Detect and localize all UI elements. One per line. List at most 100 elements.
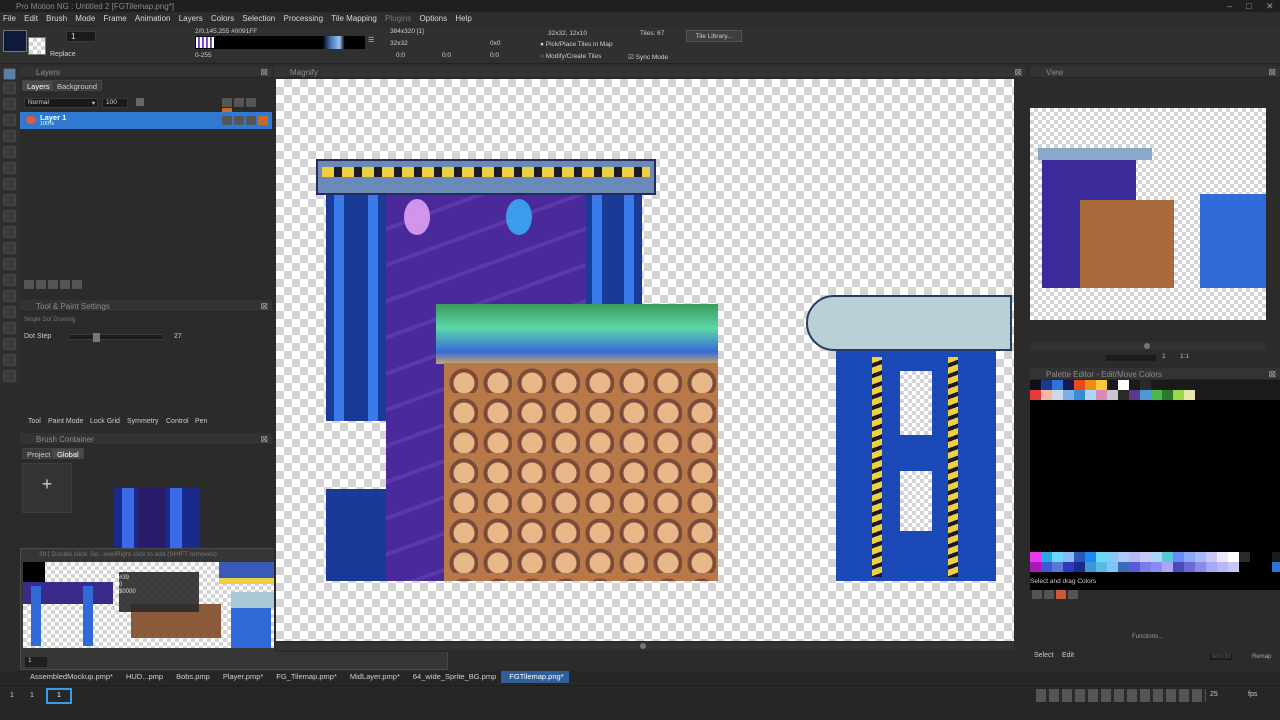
delete-layer-icon[interactable] bbox=[48, 280, 58, 290]
palette-gradient-icon[interactable] bbox=[1068, 590, 1078, 600]
palette-swatch[interactable] bbox=[1129, 380, 1140, 390]
palette-swatch[interactable] bbox=[1184, 552, 1195, 562]
doc-tab-hud[interactable]: HUD...pmp bbox=[118, 671, 168, 683]
tool-settings-close-icon[interactable]: ⊠ bbox=[260, 301, 268, 312]
palette-swatch[interactable] bbox=[1272, 390, 1280, 400]
palette-swatch[interactable] bbox=[1140, 390, 1151, 400]
palette-swatch[interactable] bbox=[1195, 390, 1206, 400]
palette-swatch[interactable] bbox=[1261, 562, 1272, 572]
palette-swatch[interactable] bbox=[1074, 390, 1085, 400]
palette-swatch[interactable] bbox=[1261, 390, 1272, 400]
layer-color-icon[interactable] bbox=[258, 116, 268, 126]
grid-icon[interactable] bbox=[234, 116, 244, 126]
palette-swatch[interactable] bbox=[1129, 562, 1140, 572]
palette-swatch[interactable] bbox=[1261, 380, 1272, 390]
view-scrollbar[interactable] bbox=[1030, 342, 1266, 350]
text-tool-icon[interactable] bbox=[3, 242, 16, 254]
redo-tool-icon[interactable] bbox=[3, 290, 16, 302]
doc-tab-assembledmockup[interactable]: AssembledMockup.pmp* bbox=[22, 671, 118, 683]
palette-swatch[interactable] bbox=[1140, 562, 1151, 572]
doc-tab-player[interactable]: Player.pmp* bbox=[215, 671, 268, 683]
palette-swatch[interactable] bbox=[1184, 380, 1195, 390]
mirror-tool-icon[interactable] bbox=[3, 354, 16, 366]
brush-size-input[interactable]: 1 bbox=[66, 31, 96, 42]
palette-swatch[interactable] bbox=[1063, 552, 1074, 562]
palette-swatch[interactable] bbox=[1085, 562, 1096, 572]
palette-swatch[interactable] bbox=[1140, 552, 1151, 562]
layer-properties-icon[interactable] bbox=[72, 280, 82, 290]
palette-swatch[interactable] bbox=[1063, 380, 1074, 390]
layers-close-icon[interactable]: ⊠ bbox=[260, 67, 268, 78]
menu-animation[interactable]: Animation bbox=[135, 13, 171, 23]
palette-swatch[interactable] bbox=[1162, 390, 1173, 400]
duplicate-layer-icon[interactable] bbox=[36, 280, 46, 290]
menu-layers[interactable]: Layers bbox=[179, 13, 203, 23]
doc-tab-midlayer[interactable]: MidLayer.pmp* bbox=[342, 671, 405, 683]
palette-swatch[interactable] bbox=[1129, 390, 1140, 400]
palette-swatch[interactable] bbox=[1118, 552, 1129, 562]
line-tool-icon[interactable] bbox=[3, 98, 16, 110]
palette-swatch[interactable] bbox=[1250, 562, 1261, 572]
palette-swatch[interactable] bbox=[1206, 562, 1217, 572]
palette-swatch[interactable] bbox=[1162, 562, 1173, 572]
dot-step-slider-thumb[interactable] bbox=[93, 333, 100, 342]
palette-swatch[interactable] bbox=[1206, 380, 1217, 390]
palette-swatch[interactable] bbox=[1140, 380, 1151, 390]
maximize-button[interactable]: □ bbox=[1246, 1, 1251, 11]
palette-swatch[interactable] bbox=[1261, 552, 1272, 562]
lock-icon[interactable] bbox=[222, 116, 232, 126]
doc-tab-fgtilemap-png[interactable]: FGTilemap.png* bbox=[501, 671, 569, 683]
airbrush-tool-icon[interactable] bbox=[3, 178, 16, 190]
palette-swatch[interactable] bbox=[1085, 552, 1096, 562]
palette-swatch[interactable] bbox=[1074, 562, 1085, 572]
palette-swatch[interactable] bbox=[1107, 390, 1118, 400]
color-gradient-bar[interactable] bbox=[195, 36, 365, 49]
palette-swatch[interactable] bbox=[1041, 552, 1052, 562]
palette-swatch[interactable] bbox=[1063, 562, 1074, 572]
palette-swatch[interactable] bbox=[1239, 552, 1250, 562]
palette-swatch[interactable] bbox=[1151, 390, 1162, 400]
palette-swatch[interactable] bbox=[1151, 380, 1162, 390]
palette-swatch[interactable] bbox=[1217, 380, 1228, 390]
palette-swatch[interactable] bbox=[1272, 552, 1280, 562]
palette-swatch[interactable] bbox=[1074, 380, 1085, 390]
mask-icon[interactable] bbox=[246, 98, 256, 108]
pencil-tool-icon[interactable] bbox=[3, 82, 16, 94]
sync-mode-checkbox[interactable]: ☑ Sync Mode bbox=[628, 53, 668, 61]
menu-help[interactable]: Help bbox=[455, 13, 471, 23]
palette-swatch[interactable] bbox=[1206, 390, 1217, 400]
palette-swatch[interactable] bbox=[1052, 562, 1063, 572]
palette-load-icon[interactable] bbox=[1032, 590, 1042, 600]
palette-save-icon[interactable] bbox=[1044, 590, 1054, 600]
palette-swatch[interactable] bbox=[1107, 562, 1118, 572]
canvas[interactable] bbox=[276, 79, 1014, 641]
palette-swatch[interactable] bbox=[1272, 380, 1280, 390]
grid-tool-icon[interactable] bbox=[3, 258, 16, 270]
palette-swatch[interactable] bbox=[1195, 562, 1206, 572]
grid-icon[interactable] bbox=[234, 98, 244, 108]
palette-swatch[interactable] bbox=[1239, 380, 1250, 390]
mask-icon[interactable] bbox=[246, 116, 256, 126]
tab-layers[interactable]: Layers bbox=[22, 80, 55, 91]
palette-edit-tab[interactable]: Edit bbox=[1062, 652, 1074, 659]
palette-close-icon[interactable]: ⊠ bbox=[1268, 369, 1276, 380]
tab-symmetry[interactable]: Symmetry bbox=[127, 418, 159, 425]
palette-swatch[interactable] bbox=[1173, 380, 1184, 390]
symmetry-tool-icon[interactable] bbox=[3, 338, 16, 350]
magnify-close-icon[interactable]: ⊠ bbox=[1014, 67, 1022, 78]
palette-swatch[interactable] bbox=[1096, 562, 1107, 572]
canvas-scroll-thumb[interactable] bbox=[640, 643, 646, 649]
menu-options[interactable]: Options bbox=[420, 13, 448, 23]
palette-color-icon[interactable] bbox=[1056, 590, 1066, 600]
doc-tab-64-wide-sprite[interactable]: 64_wide_Sprite_BG.pmp bbox=[405, 671, 501, 683]
palette-swatch[interactable] bbox=[1107, 552, 1118, 562]
tile-page-input[interactable]: 1 bbox=[25, 657, 47, 667]
view-zoom-slider[interactable] bbox=[1106, 355, 1156, 361]
palette-swatch[interactable] bbox=[1239, 562, 1250, 572]
palette-swatch[interactable] bbox=[1173, 552, 1184, 562]
palette-swatch[interactable] bbox=[1052, 390, 1063, 400]
palette-swatch[interactable] bbox=[1228, 562, 1239, 572]
blend-mode-select[interactable]: Normal ▾ bbox=[24, 98, 98, 108]
palette-swatch[interactable] bbox=[1173, 390, 1184, 400]
palette-select-tab[interactable]: Select bbox=[1034, 652, 1053, 659]
